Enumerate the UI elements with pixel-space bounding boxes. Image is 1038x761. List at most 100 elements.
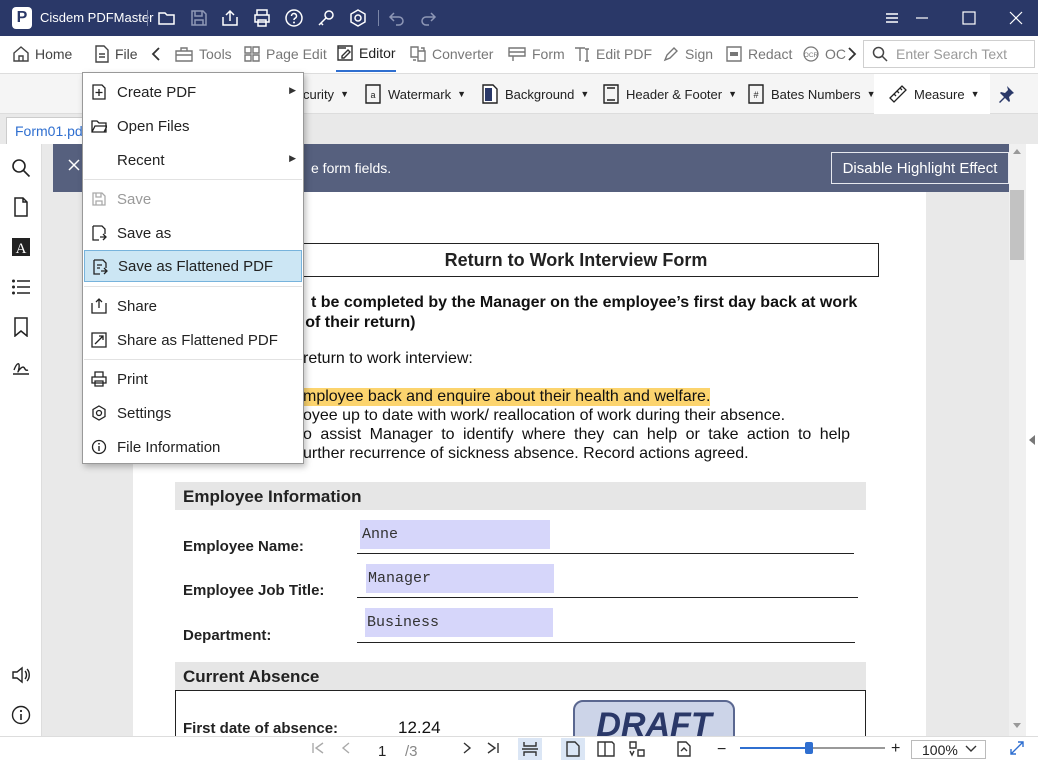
tab-edit-pdf[interactable]: Edit PDF (573, 36, 652, 72)
scroll-down-icon[interactable] (1013, 723, 1021, 729)
zoom-slider-handle[interactable] (805, 742, 813, 754)
scroll-up-icon[interactable] (1013, 148, 1021, 154)
zoom-in-icon[interactable]: + (891, 740, 900, 758)
menu-item-label: Print (117, 370, 148, 388)
text-icon[interactable]: A (11, 237, 31, 257)
menu-item-share[interactable]: Share (84, 290, 302, 322)
tab-editor[interactable]: Editor (336, 36, 396, 72)
info-icon[interactable] (11, 705, 31, 725)
highlighted-text: mployee back and enquire about their hea… (303, 388, 711, 406)
last-page-icon[interactable] (486, 741, 500, 755)
tab-home[interactable]: Home (12, 36, 72, 72)
menu-item-save[interactable]: Save (84, 183, 302, 215)
scroll-right-button[interactable] (846, 36, 858, 72)
watermark-dropdown[interactable]: a Watermark ▼ (364, 84, 466, 104)
close-icon[interactable] (1006, 8, 1026, 28)
scroll-left-button[interactable] (150, 36, 162, 72)
background-icon (482, 84, 498, 104)
single-page-button[interactable] (561, 738, 585, 760)
toolbox-icon (175, 47, 193, 62)
bates-numbers-dropdown[interactable]: # Bates Numbers ▼ (747, 84, 876, 104)
field-label: First date of absence: (183, 720, 339, 736)
menu-item-label: Save as Flattened PDF (118, 257, 274, 275)
employee-name-field[interactable]: Anne (360, 520, 550, 549)
key-icon[interactable] (316, 8, 336, 28)
menu-item-create-pdf[interactable]: Create PDF ▶ (84, 76, 302, 108)
zoom-out-icon[interactable]: − (717, 741, 726, 759)
caret-down-icon: ▼ (728, 89, 738, 99)
fit-width-icon (522, 742, 538, 756)
create-pdf-icon (92, 84, 106, 100)
print-icon[interactable] (252, 8, 272, 28)
measure-dropdown[interactable]: Measure ▼ (874, 74, 990, 114)
tab-tools[interactable]: Tools (174, 36, 232, 72)
tab-converter-label: Converter (432, 46, 494, 62)
gear-icon (92, 405, 106, 421)
menu-icon[interactable] (882, 8, 902, 28)
tab-redact[interactable]: Redact (725, 36, 792, 72)
menu-item-label: Share (117, 297, 158, 315)
speaker-icon[interactable] (11, 665, 31, 685)
redo-icon[interactable] (418, 8, 438, 28)
list-icon[interactable] (11, 277, 31, 297)
home-icon (13, 46, 29, 62)
menu-item-save-as[interactable]: Save as (84, 217, 302, 249)
undo-icon[interactable] (387, 8, 407, 28)
menu-item-recent[interactable]: Recent ▶ (84, 144, 302, 176)
open-folder-icon[interactable] (157, 8, 177, 28)
header-footer-dropdown[interactable]: Header & Footer ▼ (602, 84, 737, 104)
save-icon[interactable] (189, 8, 209, 28)
previous-page-icon[interactable] (339, 741, 353, 755)
bookmark-icon[interactable] (11, 317, 31, 337)
document-tab[interactable]: Form01.pd (6, 117, 86, 144)
menu-item-print[interactable]: Print (84, 363, 302, 395)
disable-highlight-button[interactable]: Disable Highlight Effect (831, 152, 1009, 184)
signature-icon[interactable] (11, 357, 31, 377)
share-icon[interactable] (220, 8, 240, 28)
maximize-icon[interactable] (959, 8, 979, 28)
fullscreen-icon[interactable] (1010, 741, 1024, 755)
two-page-icon[interactable] (597, 741, 615, 757)
menu-item-label: Save (117, 190, 152, 208)
expand-right-icon[interactable] (1029, 435, 1035, 445)
search-icon[interactable] (11, 158, 31, 178)
tab-file[interactable]: File (94, 36, 138, 72)
gear-icon[interactable] (348, 8, 368, 28)
search-input[interactable] (896, 46, 1026, 62)
menu-separator (84, 179, 302, 180)
minimize-icon[interactable] (912, 8, 932, 28)
menu-item-open-files[interactable]: Open Files (84, 110, 302, 142)
fit-width-button[interactable] (518, 738, 542, 760)
tab-form[interactable]: Form (507, 36, 565, 72)
menu-item-save-flattened[interactable]: Save as Flattened PDF (84, 250, 302, 282)
menu-item-file-information[interactable]: File Information (84, 431, 302, 463)
convert-icon (410, 46, 426, 62)
department-field[interactable]: Business (365, 608, 553, 637)
first-page-icon[interactable] (311, 741, 325, 755)
pages-icon[interactable] (11, 197, 31, 217)
chevron-down-icon (965, 745, 977, 752)
notice-text: e form fields. (311, 160, 392, 176)
tab-page-edit[interactable]: Page Edit (243, 36, 327, 72)
pin-icon[interactable] (997, 85, 1015, 103)
close-icon[interactable] (67, 158, 81, 172)
tab-sign[interactable]: Sign (662, 36, 713, 72)
menu-item-settings[interactable]: Settings (84, 397, 302, 429)
rotate-page-icon[interactable] (677, 741, 691, 757)
caret-down-icon: ▼ (970, 89, 980, 99)
tab-converter[interactable]: Converter (409, 36, 493, 72)
job-title-field[interactable]: Manager (366, 564, 554, 593)
search-box[interactable] (863, 40, 1035, 68)
background-dropdown[interactable]: Background ▼ (481, 84, 589, 104)
menu-item-label: Create PDF (117, 83, 197, 101)
zoom-select[interactable]: 100% (911, 740, 986, 759)
next-page-icon[interactable] (460, 741, 474, 755)
current-page-input[interactable]: 1 (378, 743, 386, 760)
continuous-page-icon[interactable] (628, 741, 646, 757)
menu-item-share-flattened[interactable]: Share as Flattened PDF (84, 324, 302, 356)
tab-ocr[interactable]: OCR OC (802, 36, 846, 72)
scrollbar-thumb[interactable] (1010, 190, 1024, 260)
svg-text:A: A (16, 241, 27, 257)
help-icon[interactable] (284, 8, 304, 28)
security-dropdown[interactable]: curity ▼ (303, 84, 349, 104)
